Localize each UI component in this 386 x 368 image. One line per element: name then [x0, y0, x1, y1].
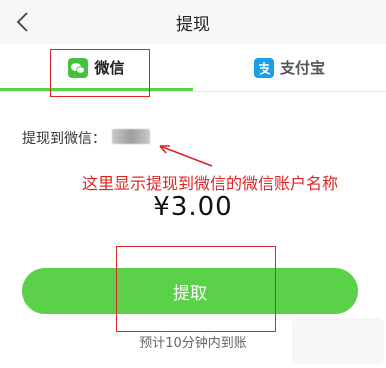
tab-bar: 微信 支付宝 [0, 44, 386, 91]
withdraw-to-label: 提现到微信： [22, 131, 106, 147]
header: 提现 [0, 0, 386, 44]
tab-wechat-label: 微信 [94, 59, 125, 77]
annotation-text: 这里显示提现到微信的微信账户名称 [82, 174, 339, 193]
tab-alipay-label: 支付宝 [279, 59, 325, 77]
wechat-icon [68, 57, 89, 78]
tab-alipay[interactable]: 支付宝 [193, 44, 386, 91]
withdraw-button[interactable]: 提取 [22, 268, 358, 314]
tab-wechat[interactable]: 微信 [0, 44, 193, 91]
account-name-redacted [112, 129, 150, 144]
tab-divider [0, 91, 386, 92]
arrival-estimate: 预计10分钟内到账 [139, 336, 247, 351]
withdraw-amount: ¥3.00 [153, 192, 233, 222]
alipay-icon [253, 57, 274, 78]
page-title: 提现 [176, 15, 210, 35]
